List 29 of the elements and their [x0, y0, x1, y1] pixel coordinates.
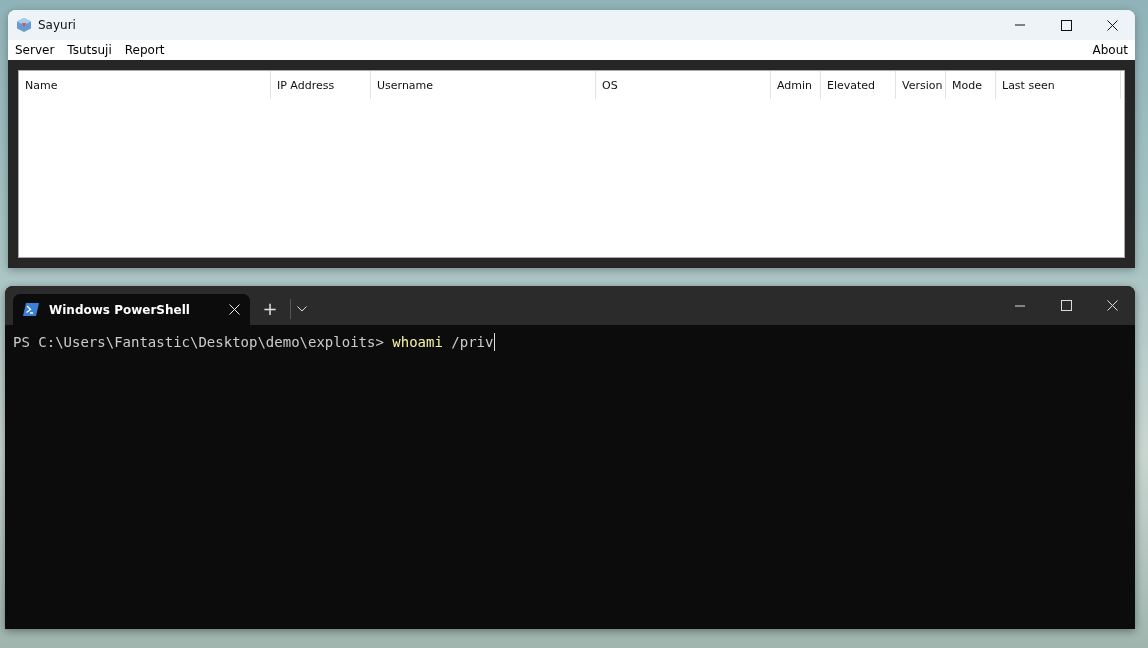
minimize-icon [1015, 304, 1025, 307]
terminal-tab[interactable]: Windows PowerShell [13, 294, 250, 325]
menu-item[interactable]: Tsutsuji [67, 43, 112, 57]
close-icon[interactable] [229, 304, 240, 315]
column-header[interactable]: IP Address [271, 71, 371, 99]
cube-icon [16, 17, 32, 33]
column-header[interactable]: Elevated [821, 71, 896, 99]
menu-item[interactable]: Server [15, 43, 55, 57]
column-header[interactable]: Version [896, 71, 946, 99]
menu-item[interactable]: About [1092, 43, 1128, 57]
maximize-icon [1060, 300, 1072, 311]
prompt-text: PS C:\Users\Fantastic\Desktop\demo\exploits> [13, 334, 384, 350]
maximize-icon [1060, 19, 1072, 31]
powershell-icon [23, 303, 39, 316]
chevron-down-icon[interactable] [297, 305, 307, 312]
column-header[interactable]: Name [19, 71, 271, 99]
column-header[interactable]: OS [596, 71, 771, 99]
command-text: whoami [392, 334, 443, 350]
window-title: Sayuri [38, 18, 77, 32]
column-header[interactable]: Mode [946, 71, 996, 99]
column-header[interactable]: Admin [771, 71, 821, 99]
minimize-icon [1015, 24, 1025, 26]
close-icon [1106, 300, 1118, 311]
new-tab-button[interactable]: + [250, 298, 290, 319]
menu-item[interactable]: Report [124, 43, 165, 57]
column-header[interactable]: Last seen [996, 71, 1121, 99]
column-header[interactable]: Username [371, 71, 596, 99]
argument-text: /priv [451, 334, 494, 350]
close-icon [1106, 19, 1118, 31]
